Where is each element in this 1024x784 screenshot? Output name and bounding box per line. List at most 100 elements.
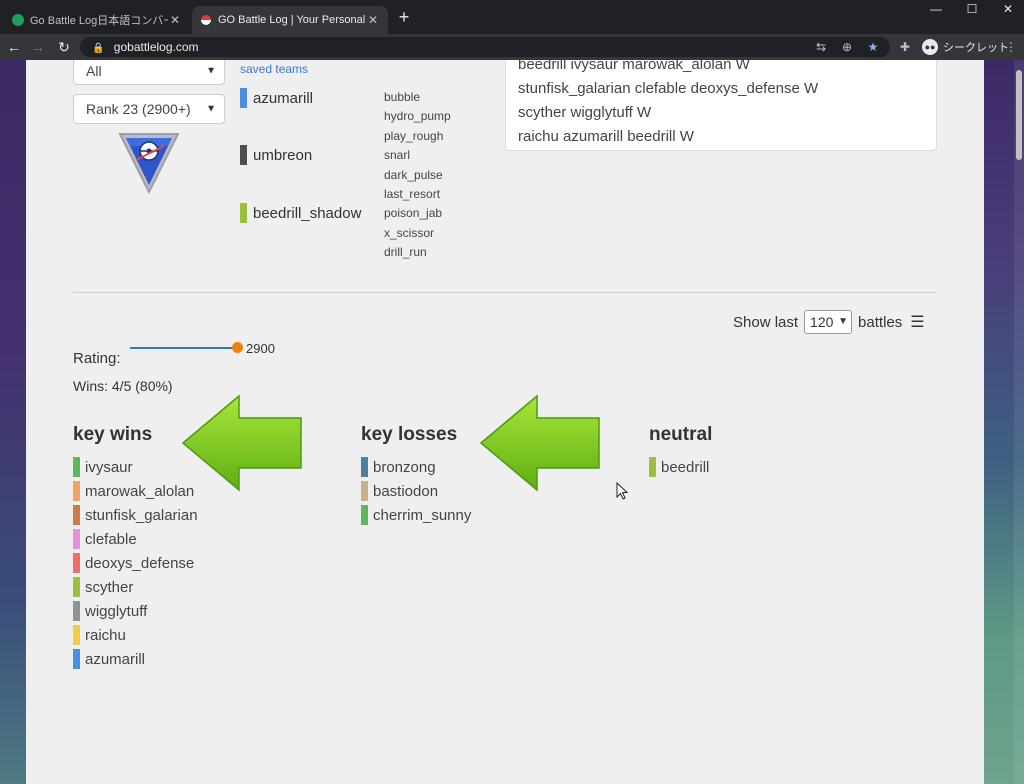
incognito-icon: ●● [922, 39, 938, 55]
move-item: play_rough [384, 128, 444, 143]
zoom-icon[interactable]: ⊕ [838, 38, 856, 56]
move-item: dark_pulse [384, 167, 443, 182]
pokemon-name: raichu [85, 626, 126, 644]
pokemon-name: bronzong [373, 458, 436, 476]
list-item: marowak_alolan [73, 479, 198, 503]
list-item: stunfisk_galarian [73, 503, 198, 527]
battle-count-select[interactable]: 120 ▼ [804, 310, 853, 334]
show-last-suffix: battles [858, 313, 903, 331]
pokemon-name: stunfisk_galarian [85, 506, 198, 524]
neutral-list: beedrill [649, 455, 709, 479]
team-member-name: azumarill [253, 89, 314, 107]
rating-slider-track[interactable] [130, 347, 237, 349]
extensions-icon[interactable]: ✚ [896, 38, 914, 56]
back-icon[interactable]: ← [4, 38, 24, 56]
color-swatch [649, 457, 656, 477]
close-tab-icon[interactable]: ✕ [366, 13, 380, 27]
reload-icon[interactable]: ↻ [54, 38, 74, 56]
list-item: bastiodon [361, 479, 471, 503]
pokemon-name: scyther [85, 578, 134, 596]
filter-select-value: All [86, 63, 102, 79]
pokemon-name: deoxys_defense [85, 554, 195, 572]
list-item: scyther [73, 575, 198, 599]
color-swatch [240, 145, 247, 165]
color-swatch [73, 577, 80, 597]
neutral-heading: neutral [649, 424, 713, 445]
address-bar[interactable]: 🔒 gobattlelog.com [80, 37, 890, 57]
rating-slider-handle[interactable] [232, 342, 243, 353]
browser-tab-converter[interactable]: Go Battle Log日本語コンバーター ✕ [4, 6, 190, 34]
translate-icon[interactable]: ⇆ [812, 38, 830, 56]
mouse-cursor-icon [616, 482, 628, 500]
page-scrollbar[interactable] [1014, 60, 1024, 784]
ultra-league-badge-icon [118, 133, 180, 194]
battle-log-line: stunfisk_galarian clefable deoxys_defens… [518, 80, 819, 97]
section-divider [73, 292, 937, 293]
show-last-control: Show last 120 ▼ battles ☰ [733, 310, 925, 334]
color-swatch [240, 88, 247, 108]
color-swatch [361, 481, 368, 501]
tab-title: GO Battle Log | Your Personal Ba [218, 14, 366, 26]
rank-select[interactable]: Rank 23 (2900+) ▼ [73, 94, 225, 124]
pokemon-name: wigglytuff [85, 602, 148, 620]
move-item: last_resort [384, 187, 441, 202]
list-item: bronzong [361, 455, 471, 479]
list-item: clefable [73, 527, 198, 551]
team-member: azumarill [240, 88, 313, 108]
list-item: deoxys_defense [73, 551, 198, 575]
move-item: snarl [384, 148, 411, 163]
tab-title: Go Battle Log日本語コンバーター [30, 15, 168, 27]
color-swatch [73, 529, 80, 549]
browser-toolbar: ← → ↻ 🔒 gobattlelog.com ⇆ ⊕ ★ ✚ ●● シークレッ… [0, 34, 1024, 60]
hamburger-menu-icon[interactable]: ☰ [910, 312, 924, 332]
scrollbar-thumb[interactable] [1016, 70, 1022, 160]
incognito-indicator[interactable]: ●● シークレット [922, 38, 1009, 56]
move-item: bubble [384, 90, 421, 104]
main-page: All ▼ Rank 23 (2900+) ▼ saved teams azum… [26, 60, 984, 784]
chevron-down-icon: ▼ [206, 103, 216, 115]
color-swatch [73, 481, 80, 501]
maximize-icon[interactable]: ☐ [952, 0, 992, 20]
move-item: hydro_pump [384, 109, 451, 124]
pokemon-name: clefable [85, 530, 137, 548]
menu-kebab-icon[interactable]: ⋮ [1002, 38, 1020, 56]
key-wins-heading: key wins [73, 424, 153, 445]
list-item: wigglytuff [73, 599, 198, 623]
color-swatch [73, 505, 80, 525]
pokemon-name: cherrim_sunny [373, 506, 472, 524]
list-item: azumarill [73, 647, 198, 671]
bookmark-star-icon[interactable]: ★ [864, 38, 882, 56]
battle-count-value: 120 [810, 314, 834, 330]
browser-tab-gobattlelog[interactable]: GO Battle Log | Your Personal Ba ✕ [192, 6, 388, 34]
pokemon-name: azumarill [85, 650, 146, 668]
minimize-icon[interactable]: — [916, 0, 956, 20]
browser-tab-bar: Go Battle Log日本語コンバーター ✕ GO Battle Log |… [0, 0, 1024, 34]
color-swatch [73, 601, 80, 621]
list-item: raichu [73, 623, 198, 647]
rating-value: 2900 [246, 341, 275, 356]
team-member-name: beedrill_shadow [253, 204, 362, 222]
team-member: beedrill_shadow [240, 203, 361, 223]
pokemon-name: bastiodon [373, 482, 439, 500]
new-tab-icon[interactable]: + [394, 8, 414, 28]
team-member: umbreon [240, 145, 312, 165]
key-wins-list: ivysaur marowak_alolan stunfisk_galarian… [73, 455, 198, 671]
key-losses-list: bronzong bastiodon cherrim_sunny [361, 455, 471, 527]
move-item: x_scissor [384, 225, 435, 240]
green-left-arrow-icon [479, 394, 600, 492]
color-swatch [73, 625, 80, 645]
lock-icon: 🔒 [92, 43, 105, 54]
saved-teams-link[interactable]: saved teams [240, 62, 308, 76]
list-item: ivysaur [73, 455, 198, 479]
battle-log-box[interactable]: beedrill ivysaur marowak_alolan W stunfi… [505, 60, 937, 151]
close-window-icon[interactable]: ✕ [988, 0, 1024, 20]
close-tab-icon[interactable]: ✕ [168, 13, 182, 27]
rank-select-value: Rank 23 (2900+) [86, 101, 191, 117]
pokemon-name: marowak_alolan [85, 482, 195, 500]
green-left-arrow-icon [181, 394, 302, 492]
gbl-favicon-icon [12, 14, 24, 26]
filter-select[interactable]: All ▼ [73, 60, 225, 85]
color-swatch [361, 505, 368, 525]
chevron-down-icon: ▼ [838, 316, 849, 327]
forward-icon[interactable]: → [28, 38, 48, 56]
